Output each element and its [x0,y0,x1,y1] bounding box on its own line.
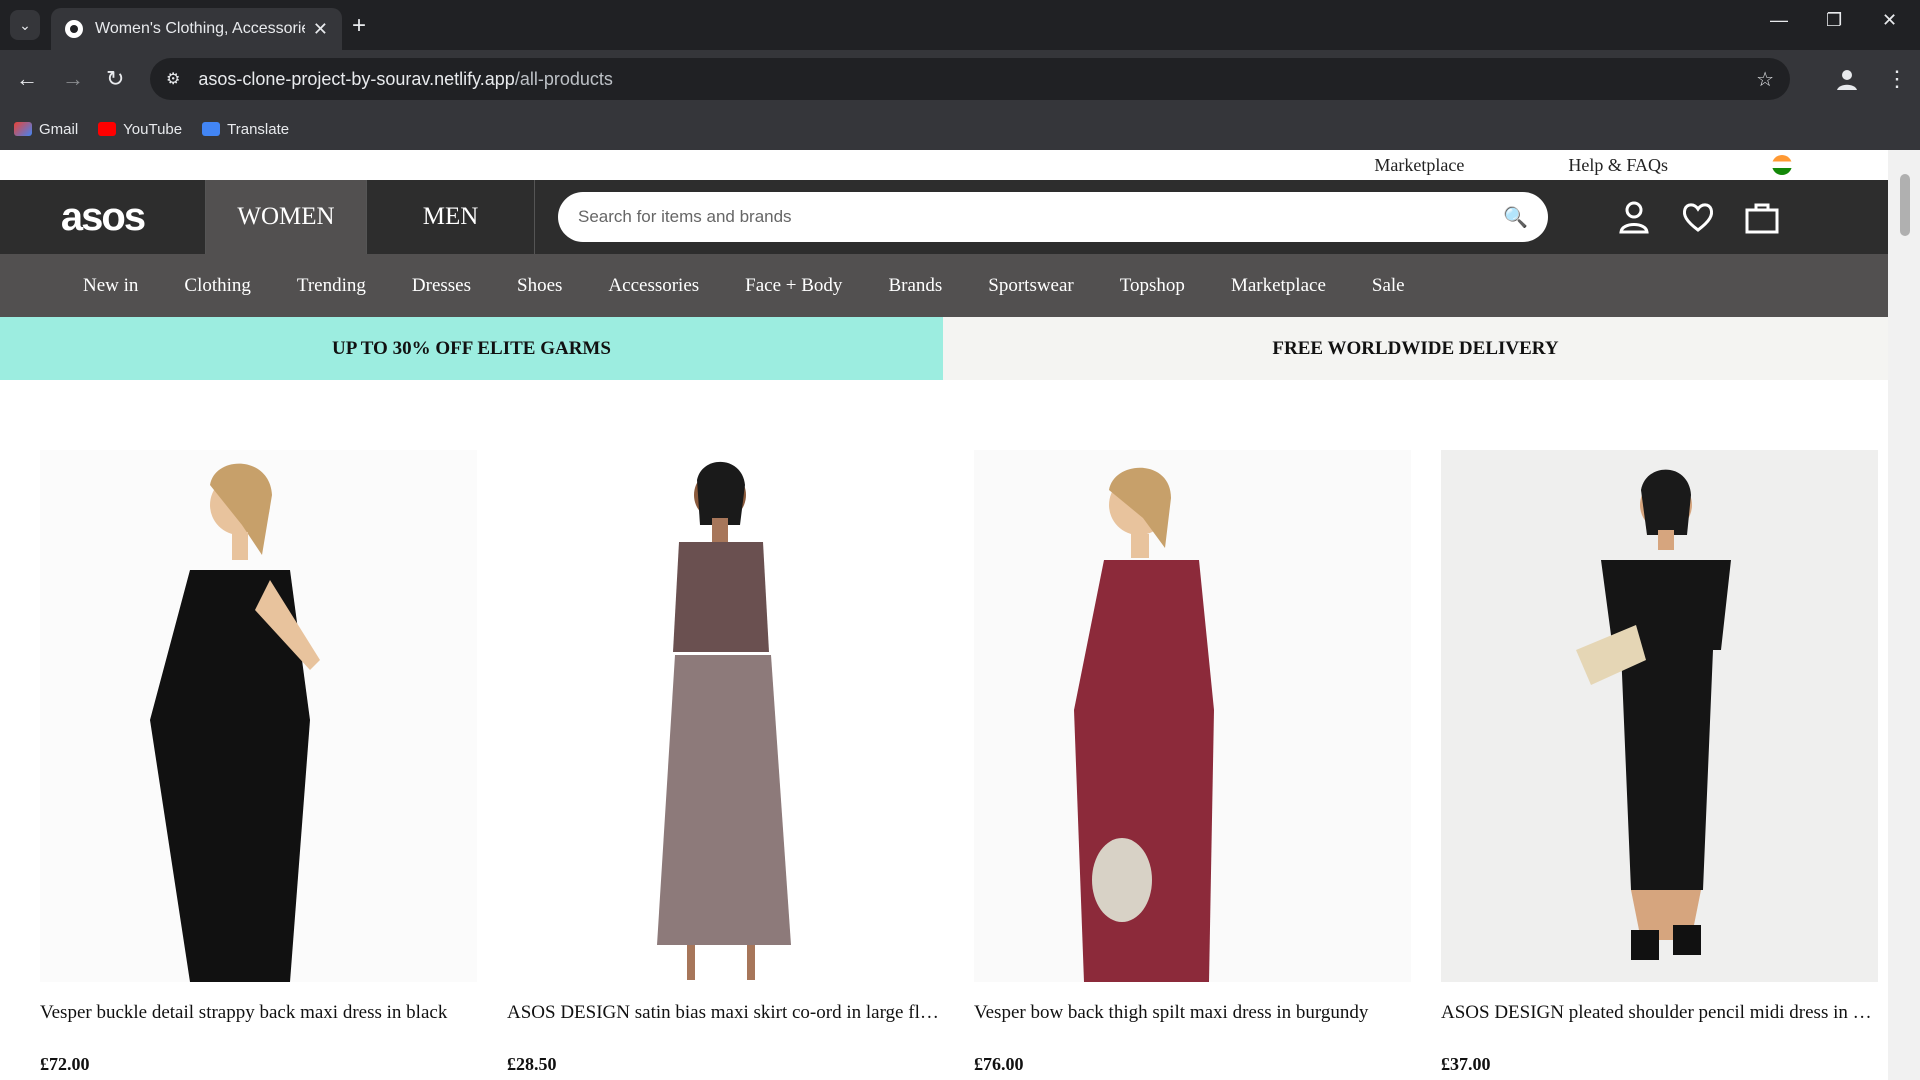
product-card[interactable]: Vesper bow back thigh spilt maxi dress i… [974,450,1411,1074]
category-nav: New in Clothing Trending Dresses Shoes A… [0,254,1888,317]
wishlist-heart-icon[interactable] [1680,199,1716,235]
forward-icon[interactable]: → [62,66,84,92]
account-icon[interactable] [1616,199,1652,235]
top-strip: Marketplace Help & FAQs [0,150,1888,180]
browser-tabbar: ⌄ Women's Clothing, Accessories ✕ + — ❐ … [0,0,1920,50]
bag-icon[interactable] [1744,199,1780,235]
nav-topshop[interactable]: Topshop [1120,275,1185,297]
new-tab-icon[interactable]: + [352,12,366,40]
browser-toolbar: ← → ↻ ⚙ asos-clone-project-by-sourav.net… [0,50,1920,108]
nav-brands[interactable]: Brands [888,275,942,297]
product-price: £72.00 [40,1054,90,1074]
tab-close-icon[interactable]: ✕ [313,19,328,40]
site-favicon-icon [65,20,83,38]
product-image[interactable] [1441,450,1878,982]
help-faqs-link[interactable]: Help & FAQs [1568,155,1668,176]
nav-face-body[interactable]: Face + Body [745,275,842,297]
product-card[interactable]: ASOS DESIGN pleated shoulder pencil midi… [1441,450,1878,1074]
product-card[interactable]: ASOS DESIGN satin bias maxi skirt co-ord… [507,450,944,1074]
search-bar: 🔍 [558,192,1548,242]
gmail-icon [14,122,32,136]
url-path: /all-products [514,68,613,89]
bookmarks-bar: Gmail YouTube Translate [0,108,1920,150]
tab-title: Women's Clothing, Accessories [95,20,305,37]
tab-men[interactable]: MEN [367,180,535,254]
bookmark-star-icon[interactable]: ☆ [1756,67,1774,92]
scrollbar-thumb[interactable] [1900,174,1910,236]
youtube-icon [98,122,117,136]
nav-new-in[interactable]: New in [83,275,138,297]
close-window-icon[interactable]: ✕ [1882,10,1897,31]
nav-accessories[interactable]: Accessories [608,275,699,297]
marketplace-link[interactable]: Marketplace [1374,155,1464,176]
translate-icon [202,122,221,136]
product-name[interactable]: Vesper bow back thigh spilt maxi dress i… [974,1002,1411,1024]
nav-clothing[interactable]: Clothing [184,275,251,297]
tab-search-button[interactable]: ⌄ [10,10,40,40]
page-content: Marketplace Help & FAQs asos WOMEN MEN 🔍… [0,150,1888,1080]
nav-trending[interactable]: Trending [297,275,366,297]
address-bar[interactable]: ⚙ asos-clone-project-by-sourav.netlify.a… [150,58,1790,100]
minimize-icon[interactable]: — [1770,10,1788,31]
back-icon[interactable]: ← [16,66,38,92]
profile-icon[interactable] [1834,66,1860,92]
product-card[interactable]: Vesper buckle detail strappy back maxi d… [40,450,477,1074]
nav-dresses[interactable]: Dresses [412,275,471,297]
url-host: asos-clone-project-by-sourav.netlify.app [198,68,515,89]
product-image[interactable] [507,450,944,982]
browser-menu-icon[interactable]: ⋮ [1886,66,1908,92]
restore-icon[interactable]: ❐ [1826,10,1842,31]
product-name[interactable]: ASOS DESIGN pleated shoulder pencil midi… [1441,1002,1878,1024]
site-logo[interactable]: asos [0,180,206,254]
product-image[interactable] [40,450,477,982]
tab-women[interactable]: WOMEN [206,180,367,254]
product-price: £76.00 [974,1054,1024,1074]
bookmark-gmail[interactable]: Gmail [14,121,78,138]
product-name[interactable]: ASOS DESIGN satin bias maxi skirt co-ord… [507,1002,944,1024]
nav-shoes[interactable]: Shoes [517,275,562,297]
bookmark-translate[interactable]: Translate [202,121,289,138]
product-price: £28.50 [507,1054,557,1074]
product-name[interactable]: Vesper buckle detail strappy back maxi d… [40,1002,477,1024]
product-price: £37.00 [1441,1054,1491,1074]
search-icon[interactable]: 🔍 [1503,205,1528,230]
country-flag-icon[interactable] [1772,155,1792,175]
promo-banner: UP TO 30% OFF ELITE GARMS FREE WORLDWIDE… [0,317,1888,380]
promo-delivery[interactable]: FREE WORLDWIDE DELIVERY [943,317,1888,380]
product-image[interactable] [974,450,1411,982]
nav-sportswear[interactable]: Sportswear [988,275,1073,297]
search-input[interactable] [578,207,1504,227]
reload-icon[interactable]: ↻ [106,66,124,92]
page-scrollbar[interactable] [1888,150,1920,1080]
promo-sale[interactable]: UP TO 30% OFF ELITE GARMS [0,317,943,380]
site-info-icon[interactable]: ⚙ [166,69,180,89]
browser-tab[interactable]: Women's Clothing, Accessories ✕ [51,8,342,50]
site-header: asos WOMEN MEN 🔍 [0,180,1888,254]
nav-marketplace[interactable]: Marketplace [1231,275,1326,297]
bookmark-youtube[interactable]: YouTube [98,121,182,138]
nav-sale[interactable]: Sale [1372,275,1405,297]
